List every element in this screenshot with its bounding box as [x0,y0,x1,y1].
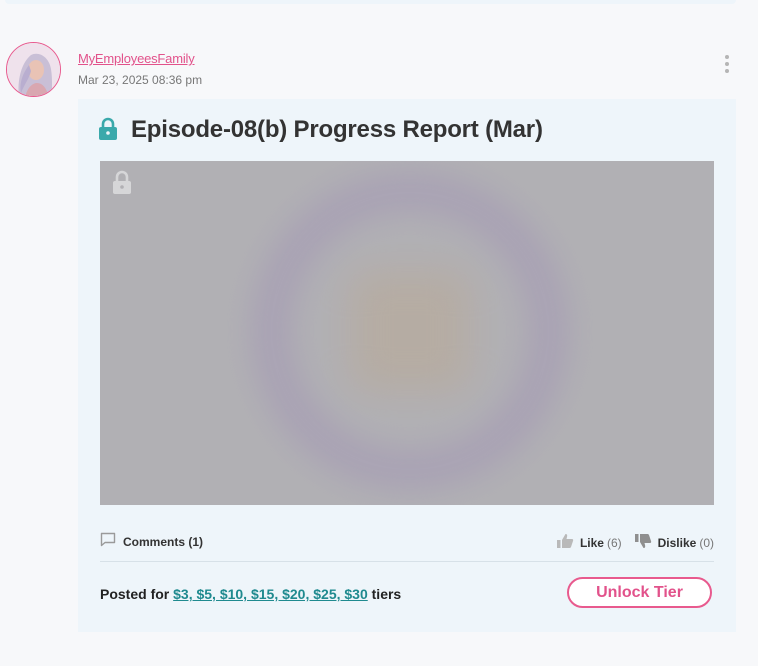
previous-post-edge [5,0,736,4]
like-count: (6) [606,535,622,550]
thumbs-up-icon [556,533,574,552]
unlock-tier-button[interactable]: Unlock Tier [567,577,712,608]
posted-prefix: Posted for [100,586,170,602]
dislike-button[interactable]: Dislike (0) [634,533,714,552]
like-button[interactable]: Like (6) [556,533,622,552]
more-vertical-icon[interactable] [720,53,734,77]
posted-for-text: Posted for $3, $5, $10, $15, $20, $25, $… [100,586,401,602]
post-date: Mar 23, 2025 08:36 pm [78,73,203,87]
author-link[interactable]: MyEmployeesFamily [78,51,195,66]
avatar[interactable] [6,42,61,97]
dislike-count: (0) [699,535,714,550]
locked-preview-image[interactable] [100,161,714,505]
comment-icon [100,532,116,552]
divider [100,561,714,562]
reactions: Like (6) Dislike (0) [556,533,714,552]
blurred-content-center [350,271,470,391]
thumbs-down-icon [634,533,652,552]
comments-button[interactable]: Comments (1) [100,532,204,552]
comments-label: Comments (1) [123,535,204,549]
dislike-label: Dislike [657,535,697,550]
lock-icon [112,170,132,200]
like-label: Like [579,535,604,550]
lock-icon [98,117,118,146]
post-title[interactable]: Episode-08(b) Progress Report (Mar) [131,116,543,144]
tiers-link[interactable]: $3, $5, $10, $15, $20, $25, $30 [173,586,368,602]
posted-suffix: tiers [371,586,402,602]
avatar-image [7,43,60,96]
post-card: Episode-08(b) Progress Report (Mar) Comm… [78,99,736,632]
